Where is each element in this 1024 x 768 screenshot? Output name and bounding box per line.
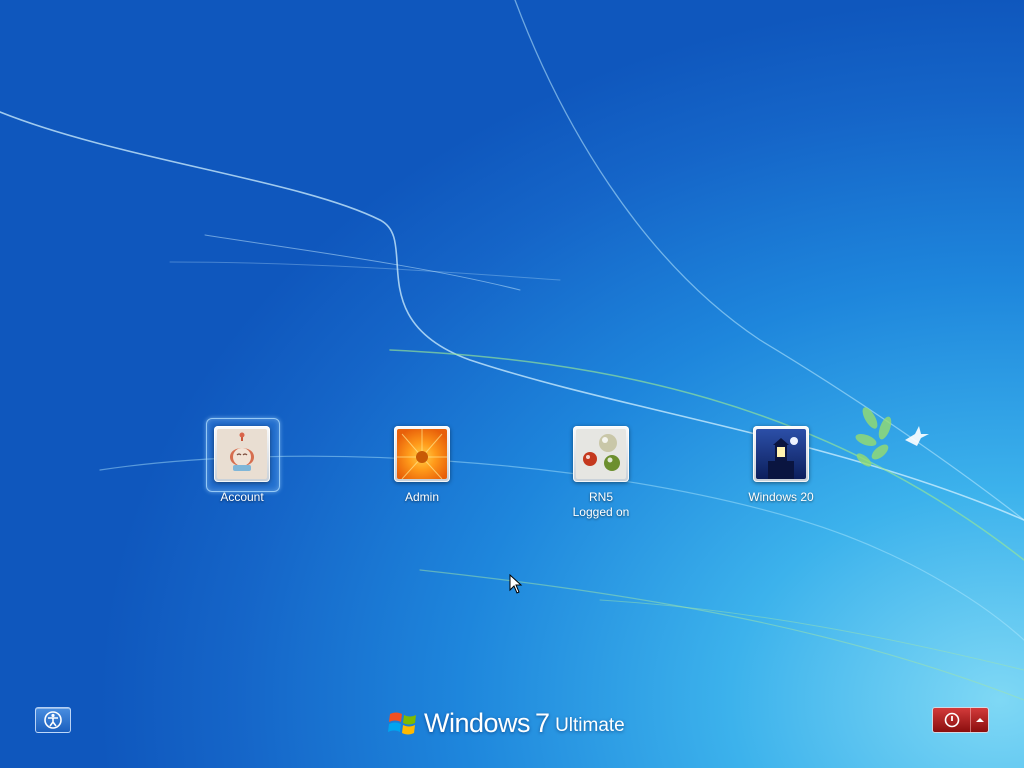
avatar-flower [397,429,447,479]
shutdown-button[interactable] [933,708,971,732]
arrow-up-icon [975,718,984,722]
user-name: RN5 [588,490,613,504]
avatar-frame [394,426,450,482]
avatar-frame [573,426,629,482]
user-tile-account[interactable]: Account [182,418,302,505]
avatar-robot [217,429,267,479]
user-tile-rn5[interactable]: RN5 Logged on [541,426,661,520]
windows-logo-icon [388,712,416,735]
avatar-lighthouse [756,429,806,479]
brand-version: 7 [535,707,551,738]
ease-of-access-icon [44,711,62,729]
user-name: Windows 20 [748,490,814,504]
avatar-frame [214,426,270,482]
user-name: Account [220,490,264,504]
user-tile-windows20[interactable]: Windows 20 [721,426,841,505]
leaves-decoration [855,407,892,467]
ease-of-access-button[interactable] [35,707,71,733]
avatar-frame [753,426,809,482]
user-tile-admin[interactable]: Admin [362,426,482,505]
user-name: Admin [404,490,439,504]
wallpaper [0,0,1024,701]
mouse-pointer-icon [509,574,523,594]
brand-product: Windows [424,707,531,738]
shutdown-control [932,707,989,733]
user-status: Logged on [572,505,630,519]
windows-branding: Windows 7 Ultimate [388,705,625,741]
avatar-marbles [576,429,626,479]
brand-edition: Ultimate [555,714,625,736]
power-icon [944,712,959,728]
shutdown-options-button[interactable] [971,708,988,732]
